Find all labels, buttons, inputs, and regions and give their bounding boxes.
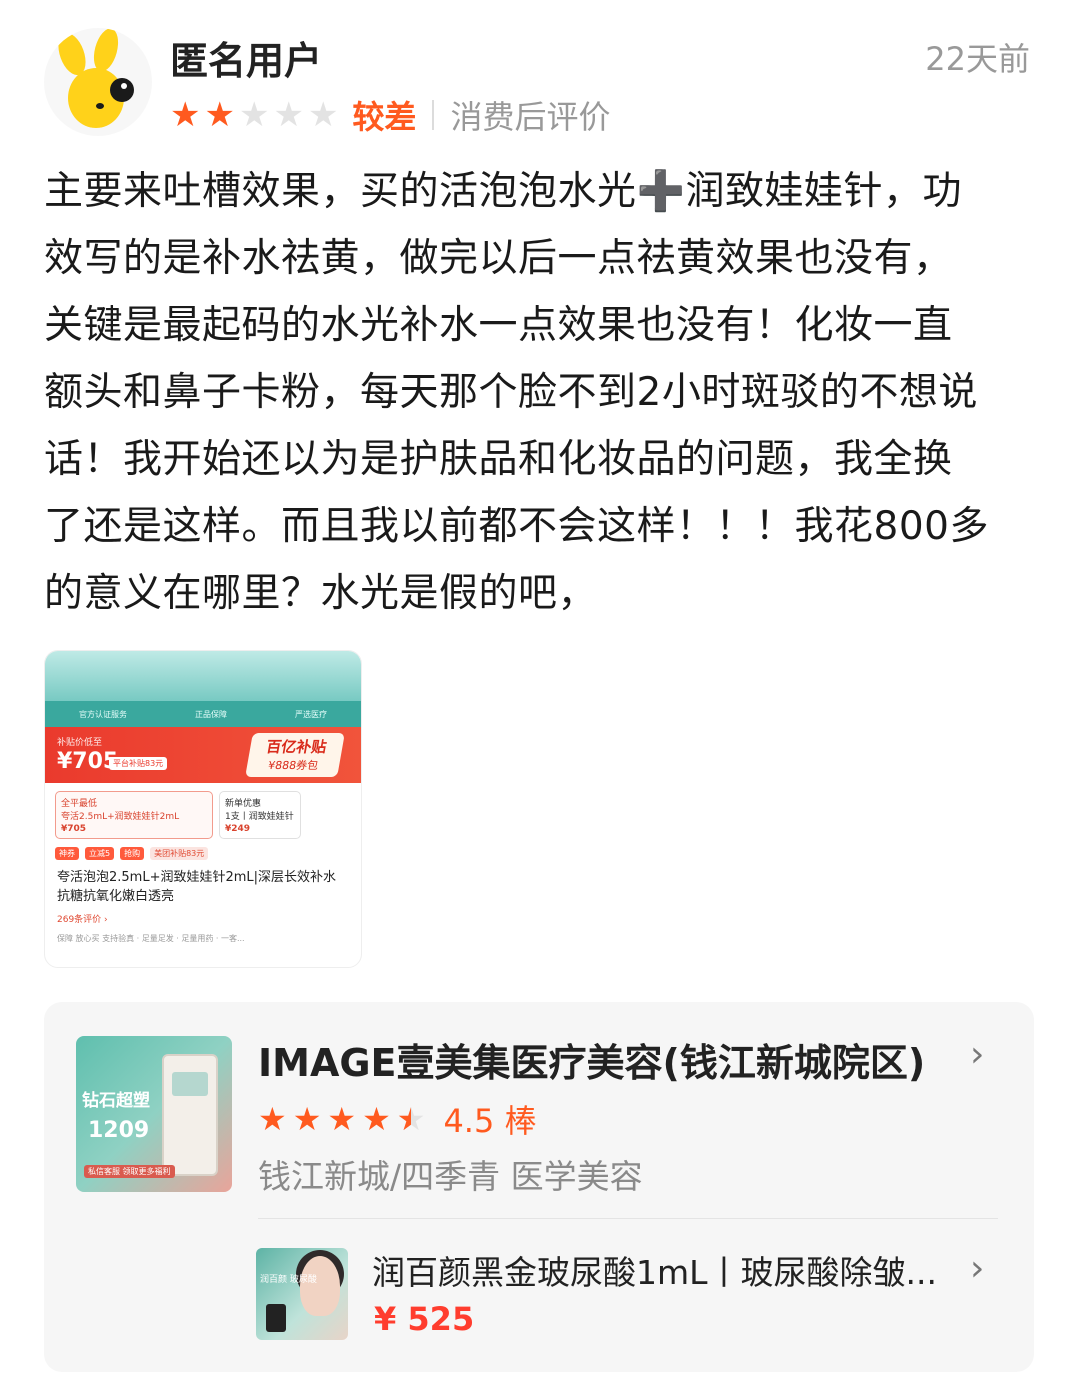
product-name[interactable]: 润百颜黑金玻尿酸1mL丨玻尿酸除皱... [372,1246,937,1294]
product-thumb-label: 润百颜 玻尿酸 [260,1275,317,1285]
star-filled-icon: ★ [327,1100,357,1138]
promo-badge: 百亿补贴 ¥888券包 [245,733,345,777]
shop-score: 4.5 棒 [443,1102,537,1140]
chip: 立减5 [85,847,115,860]
chevron-right-icon[interactable]: › [970,1248,984,1289]
option-name: 1支丨润致娃娃针 [225,812,294,822]
shop-thumbnail[interactable]: 钻石超塑 1209 私信客服 领取更多福利 [76,1036,232,1192]
thumb-headline: 钻石超塑 [82,1091,150,1111]
photo-banner: 官方认证服务 正品保障 严选医疗 [45,651,361,727]
review-text: 主要来吐槽效果，买的活泡泡水光➕润致娃娃针，功 效写的是补水祛黄，做完以后一点祛… [44,158,1044,627]
photo-price-tag: 平台补贴83元 [109,757,168,770]
divider [432,100,435,130]
review-line: 关键是最起码的水光补水一点效果也没有！化妆一直 [44,303,953,348]
product-thumbnail[interactable]: 润百颜 玻尿酸 [256,1248,348,1340]
rabbit-avatar-icon [58,28,134,128]
user-avatar[interactable] [44,28,152,136]
star-empty-icon: ★ [307,95,339,135]
card-divider [258,1218,998,1219]
option-name: 夸活2.5mL+润致娃娃针2mL [61,812,180,822]
review-line: 了还是这样。而且我以前都不会这样！！！我花800多 [44,504,989,549]
service-item: 正品保障 [195,709,227,719]
photo-options: 全平最低 夸活2.5mL+润致娃娃针2mL ¥705 新单优惠 1支丨润致娃娃针… [45,783,361,843]
product-bottle [266,1304,286,1332]
review-line: 效写的是补水祛黄，做完以后一点祛黄效果也没有， [44,236,953,281]
star-filled-icon: ★ [292,1100,322,1138]
option-price: ¥705 [61,824,87,834]
shop-card[interactable]: 钻石超塑 1209 私信客服 领取更多福利 IMAGE壹美集医疗美容(钱江新城院… [44,1002,1034,1372]
review-photo[interactable]: 官方认证服务 正品保障 严选医疗 补贴价低至 ¥705 平台补贴83元 百亿补贴… [44,650,362,968]
chevron-right-icon[interactable]: › [970,1034,984,1075]
device-illustration [162,1054,218,1176]
option-tag: 全平最低 [61,799,98,809]
star-filled-icon: ★ [258,1100,287,1138]
photo-price-strip: 补贴价低至 ¥705 平台补贴83元 百亿补贴 ¥888券包 [45,727,361,783]
photo-option-b: 新单优惠 1支丨润致娃娃针 ¥249 [219,791,301,839]
rating-label: 较差 [352,98,417,136]
review-line: 的意义在哪里？水光是假的吧， [44,571,598,616]
star-empty-icon: ★ [238,95,270,135]
thumb-price: 1209 [88,1118,150,1143]
shop-rating: ★ ★ ★ ★ ★ 4.5 棒 [258,1096,537,1142]
photo-chips: 神券 立减5 抢购 美团补贴83元 [45,843,361,864]
shop-location: 钱江新城/四季青 医学美容 [258,1157,643,1196]
option-tag: 新单优惠 [225,799,262,809]
option-price: ¥249 [225,824,251,834]
thumb-tag: 私信客服 领取更多福利 [84,1165,175,1178]
review-line: 话！我开始还以为是护肤品和化妆品的问题，我全换 [44,437,953,482]
review-stars: ★ ★ ★ ★ ★ [170,98,338,132]
product-price: ¥ 525 [374,1300,475,1338]
shop-name[interactable]: IMAGE壹美集医疗美容(钱江新城院区) [258,1032,925,1087]
star-filled-icon: ★ [362,1100,391,1138]
chip: 抢购 [120,847,145,860]
review-line: 额头和鼻子卡粉，每天那个脸不到2小时斑驳的不想说 [44,370,978,415]
model-face [300,1256,340,1316]
review-type-label: 消费后评价 [450,98,611,136]
chip: 美团补贴83元 [150,847,209,860]
photo-footer: 保障 放心买 支持验真 · 足量足发 · 足量用药 · 一客... [57,934,245,943]
service-item: 严选医疗 [295,709,327,719]
photo-review-count: 269条评价 › [57,915,108,925]
promo-title: 百亿补贴 [264,738,328,756]
subsidy-label: 补贴价低至 [57,738,103,748]
photo-option-a: 全平最低 夸活2.5mL+润致娃娃针2mL ¥705 [55,791,213,839]
star-half-icon: ★ [397,1103,426,1135]
review-rating-row: ★ ★ ★ ★ ★ 较差 消费后评价 [170,94,610,136]
star-filled-icon: ★ [170,95,201,135]
username: 匿名用户 [170,39,323,83]
chip: 神券 [55,847,79,860]
review-time: 22天前 [925,40,1030,78]
review-line: 主要来吐槽效果，买的活泡泡水光➕润致娃娃针，功 [44,169,963,214]
promo-sub: ¥888券包 [267,759,320,772]
service-item: 官方认证服务 [79,709,127,719]
photo-product-title: 夸活泡泡2.5mL+润致娃娃针2mL|深层长效补水 抗糖抗氧化嫩白透亮 [57,870,337,904]
star-empty-icon: ★ [273,95,304,135]
star-filled-icon: ★ [204,95,235,135]
photo-service-bar: 官方认证服务 正品保障 严选医疗 [45,701,361,727]
